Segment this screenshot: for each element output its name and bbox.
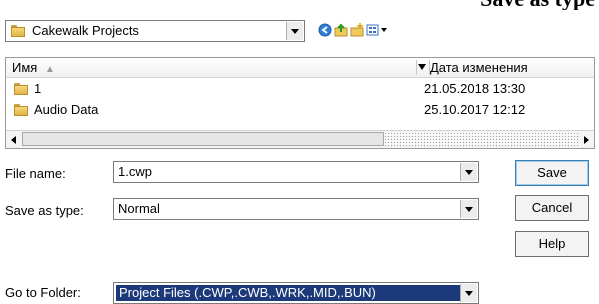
folder-icon [14,83,28,95]
save-as-type-select[interactable]: Normal [113,198,479,220]
view-menu-icon[interactable] [366,23,388,37]
save-button[interactable]: Save [515,160,589,186]
window-caption: Save as type [0,0,599,10]
sort-ascending-icon: ▲ [44,64,55,75]
go-to-folder-value: Project Files (.CWP,.CWB,.WRK,.MID,.BUN) [116,285,462,301]
column-header-name[interactable]: Имя ▲ [6,58,422,77]
chevron-down-icon[interactable] [286,22,303,40]
back-icon[interactable] [318,23,332,37]
file-list[interactable]: Имя ▲ Дата изменения 1 21.05.2018 13:30 … [5,57,595,149]
look-in-value: Cakewalk Projects [32,23,139,38]
file-date: 21.05.2018 13:30 [424,81,526,96]
scrollbar-thumb[interactable] [22,132,384,146]
folder-icon [11,25,25,37]
horizontal-scrollbar[interactable] [6,130,594,148]
column-name-label: Имя [12,60,38,75]
scrollbar-track[interactable] [384,132,578,146]
column-header-date[interactable]: Дата изменения [424,58,528,77]
cancel-button[interactable]: Cancel [515,195,589,221]
file-name-value: 1.cwp [118,164,152,179]
list-header: Имя ▲ Дата изменения [6,58,594,78]
list-item[interactable]: 1 21.05.2018 13:30 [6,79,594,98]
up-folder-icon[interactable] [334,23,348,37]
go-to-folder-select[interactable]: Project Files (.CWP,.CWB,.WRK,.MID,.BUN) [113,282,479,304]
chevron-down-icon[interactable] [460,284,477,302]
folder-icon [14,104,28,116]
file-name: 1 [34,81,42,96]
file-date: 25.10.2017 12:12 [424,102,526,117]
save-as-type-label: Save as type: [5,203,84,218]
chevron-down-icon[interactable] [460,163,477,181]
column-date-label: Дата изменения [430,60,528,75]
file-name: Audio Data [34,102,99,117]
go-to-folder-label: Go to Folder: [5,285,81,300]
list-item[interactable]: Audio Data 25.10.2017 12:12 [6,100,594,119]
scroll-right-icon[interactable] [578,131,594,148]
save-as-type-value: Normal [118,201,160,216]
file-name-input[interactable]: 1.cwp [113,161,479,183]
chevron-down-icon[interactable] [460,200,477,218]
file-name-label: File name: [5,166,66,181]
help-button[interactable]: Help [515,231,589,257]
look-in-combobox[interactable]: Cakewalk Projects [5,20,305,42]
column-separator[interactable] [416,60,417,75]
scroll-left-icon[interactable] [6,131,22,148]
new-folder-icon[interactable] [350,23,364,37]
